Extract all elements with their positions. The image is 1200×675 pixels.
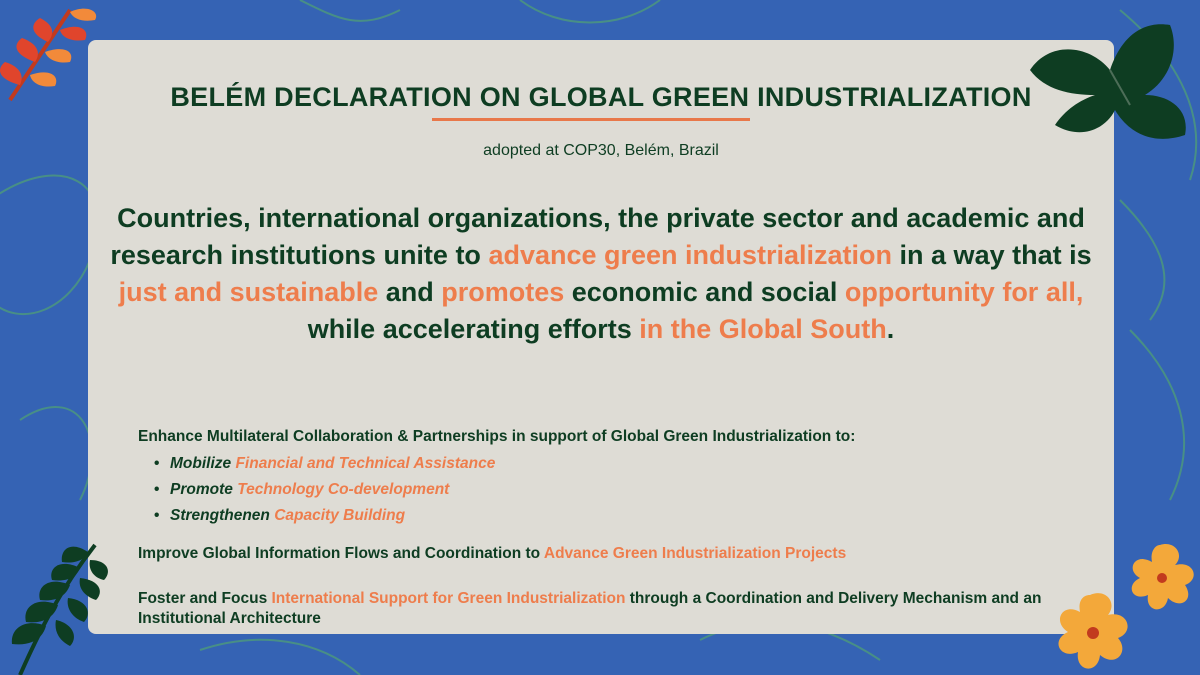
fern-icon xyxy=(11,543,108,675)
lead-highlight: in the Global South xyxy=(639,314,887,344)
lead-highlight: just and sustainable xyxy=(118,277,379,307)
action-object: Technology Co-development xyxy=(237,481,450,498)
collaboration-heading: Enhance Multilateral Collaboration & Par… xyxy=(138,428,856,445)
action-object: Financial and Technical Assistance xyxy=(235,455,496,472)
lead-statement: Countries, international organizations, … xyxy=(108,200,1094,348)
page-title: BELÉM DECLARATION ON GLOBAL GREEN INDUST… xyxy=(170,82,1032,112)
lead-text: and xyxy=(378,277,442,307)
heliconia-icon xyxy=(0,8,97,102)
section-highlight: Advance Green Industrialization Projects xyxy=(543,545,847,562)
lead-text: while accelerating efforts xyxy=(307,314,640,344)
action-verb: Promote xyxy=(170,481,233,498)
lead-text: in a way that is xyxy=(892,240,1092,270)
flower-icon xyxy=(1058,544,1194,669)
action-verb: Mobilize xyxy=(170,455,232,472)
monstera-leaf-icon xyxy=(1030,24,1186,139)
collaboration-section: Enhance Multilateral Collaboration & Par… xyxy=(138,427,1058,529)
section-text: Improve Global Information Flows and Coo… xyxy=(138,545,544,562)
action-verb: Strengthenen xyxy=(170,507,270,524)
declaration-card: BELÉM DECLARATION ON GLOBAL GREEN INDUST… xyxy=(88,40,1114,634)
section-text: Foster and Focus xyxy=(138,590,272,607)
subtitle: adopted at COP30, Belém, Brazil xyxy=(483,142,719,159)
section-highlight: International Support for Green Industri… xyxy=(271,590,626,607)
list-item: Mobilize Financial and Technical Assista… xyxy=(154,451,1058,477)
lead-highlight: opportunity for all, xyxy=(844,277,1084,307)
action-list: Mobilize Financial and Technical Assista… xyxy=(138,451,1058,529)
lead-text: . xyxy=(886,314,895,344)
title-underline xyxy=(432,118,750,121)
information-flows-section: Improve Global Information Flows and Coo… xyxy=(138,544,1058,564)
lead-text: economic and social xyxy=(564,277,845,307)
action-object: Capacity Building xyxy=(274,507,406,524)
lead-highlight: promotes xyxy=(441,277,565,307)
list-item: Promote Technology Co-development xyxy=(154,477,1058,503)
lead-highlight: advance green industrialization xyxy=(488,240,893,270)
list-item: Strengthenen Capacity Building xyxy=(154,503,1058,529)
international-support-section: Foster and Focus International Support f… xyxy=(138,589,1058,629)
